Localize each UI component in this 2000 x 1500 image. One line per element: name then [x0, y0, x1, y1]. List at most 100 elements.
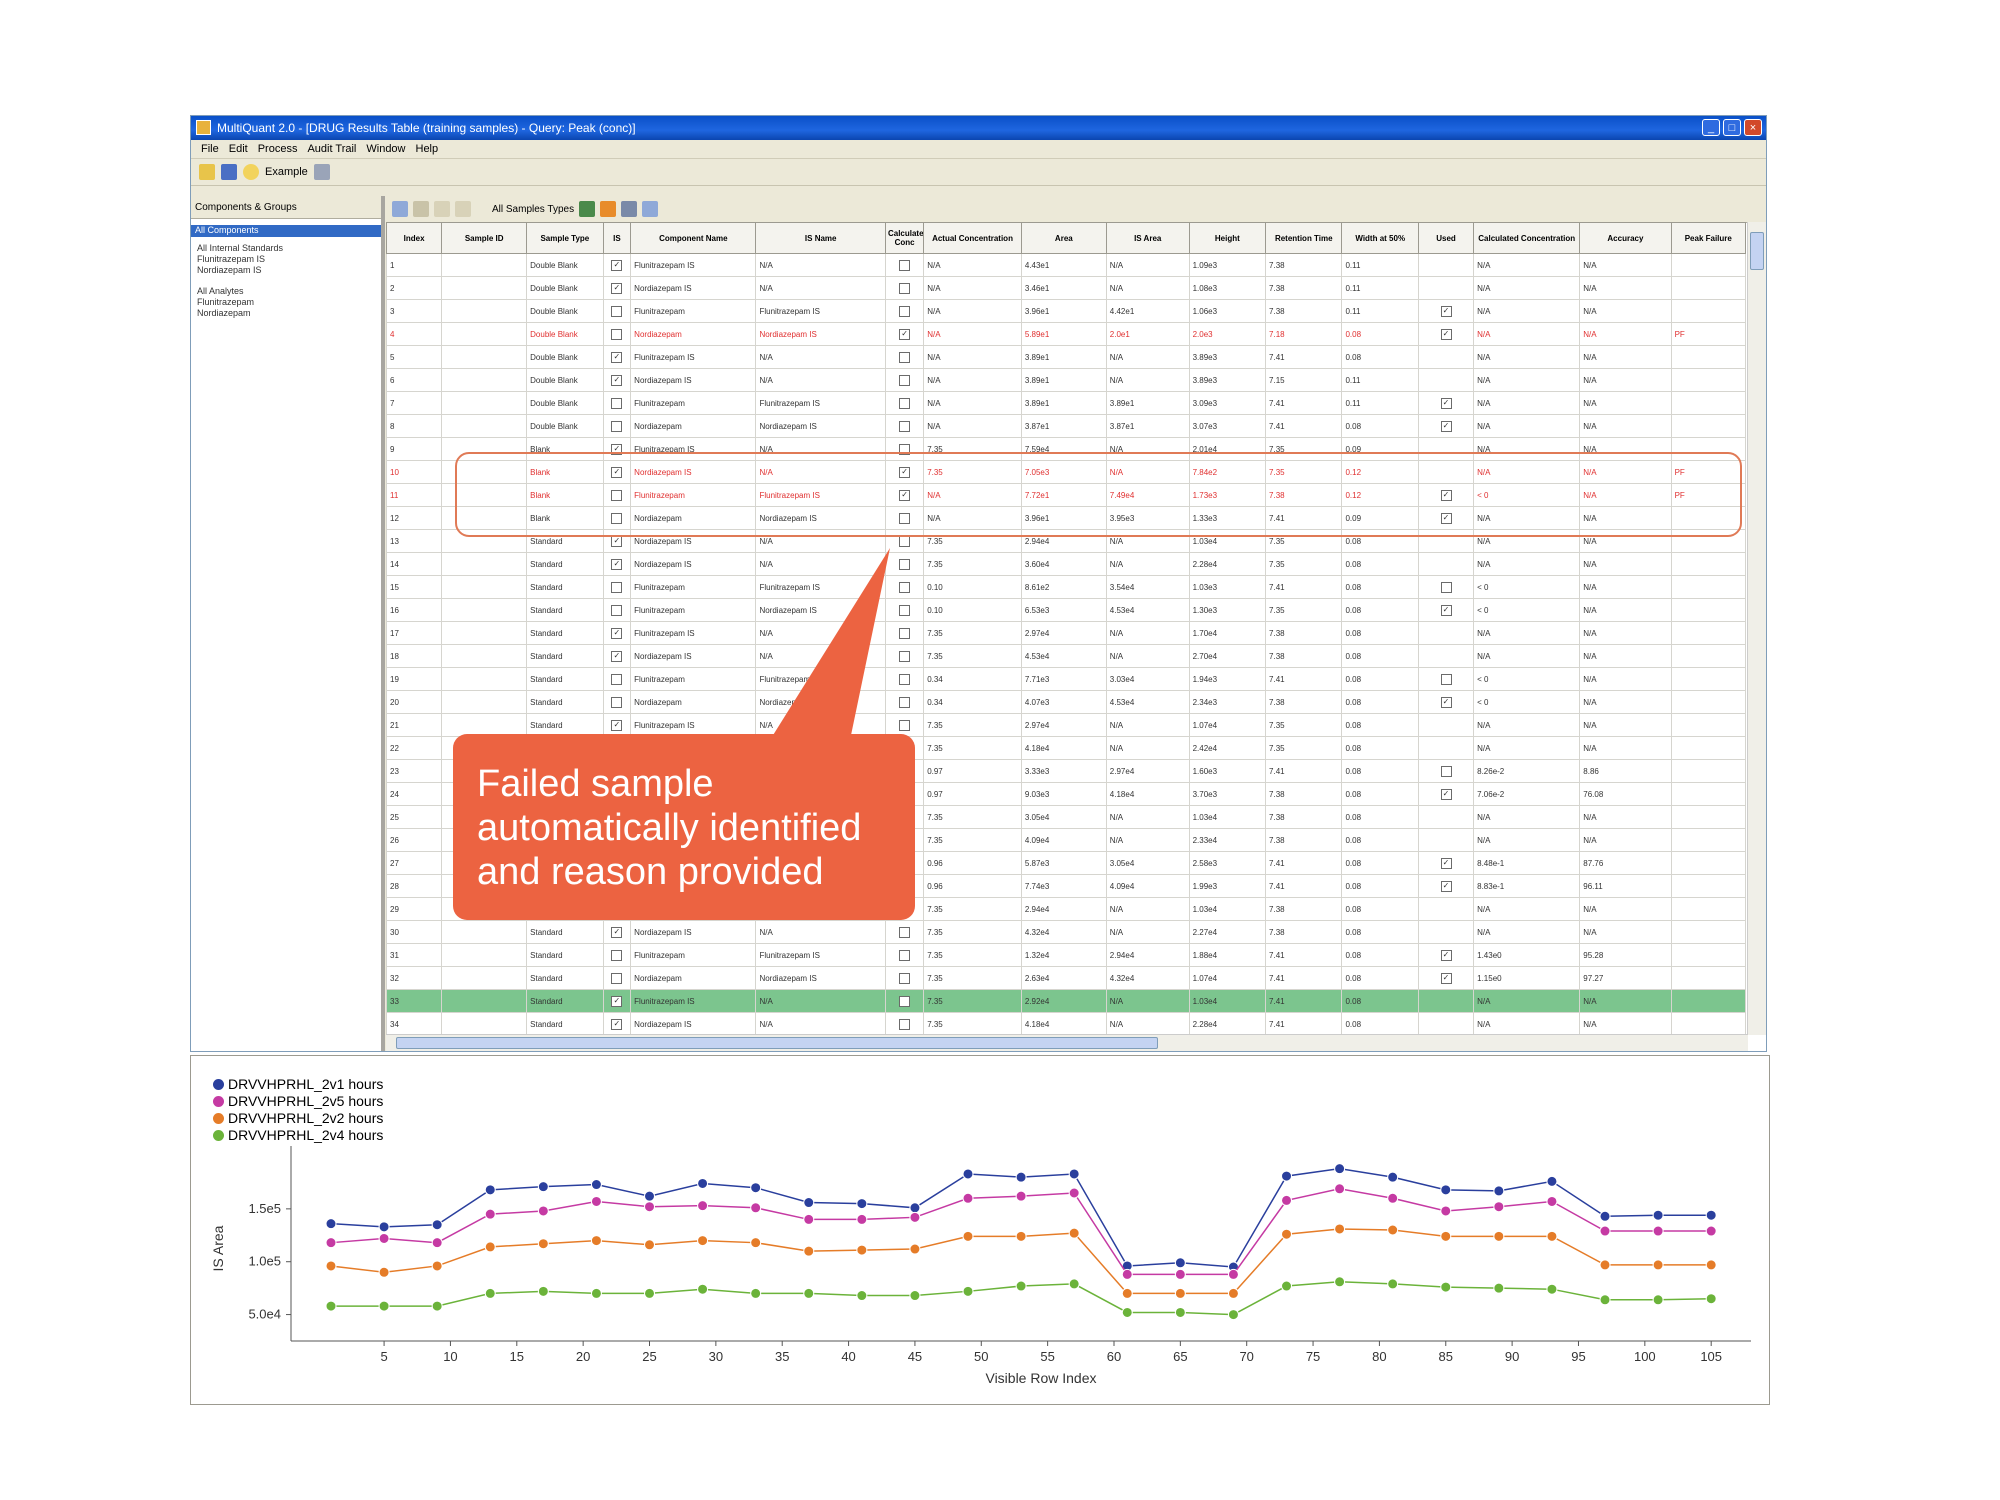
column-header[interactable]: Height	[1188, 222, 1267, 254]
horizontal-scroll-thumb[interactable]	[396, 1037, 1158, 1049]
vertical-scroll-thumb[interactable]	[1750, 232, 1764, 270]
column-header[interactable]: IS	[602, 222, 632, 254]
table-row[interactable]: 30 Standard ✓ Nordiazepam IS N/A 7.35 4.32e4 N/…	[386, 920, 1747, 944]
column-header[interactable]: Used	[1417, 222, 1475, 254]
calculated-conc-checkbox[interactable]	[899, 696, 911, 708]
tree-item[interactable]: Flunitrazepam IS	[197, 254, 375, 265]
calculated-conc-checkbox[interactable]	[899, 351, 911, 363]
is-checkbox[interactable]: ✓	[611, 374, 623, 386]
tree-group-title[interactable]: All Analytes	[197, 286, 375, 297]
back-icon[interactable]	[434, 201, 450, 217]
table-row[interactable]: 32 Standard Nordiazepam Nordiazepam IS 7.35 2…	[386, 966, 1747, 990]
calculated-conc-checkbox[interactable]	[899, 397, 911, 409]
calculated-conc-checkbox[interactable]	[899, 972, 911, 984]
is-checkbox[interactable]	[611, 420, 623, 432]
is-checkbox[interactable]: ✓	[611, 926, 623, 938]
table-row[interactable]: 17 Standard ✓ Flunitrazepam IS N/A 7.35 2.97e4…	[386, 621, 1747, 645]
used-checkbox[interactable]	[1440, 581, 1452, 593]
menu-window[interactable]: Window	[366, 143, 405, 155]
tree-item-all-components[interactable]: All Components	[191, 225, 381, 237]
used-checkbox[interactable]	[1440, 673, 1452, 685]
table-row[interactable]: 20 Standard Nordiazepam Nordiazepam IS 0.34 4…	[386, 690, 1747, 714]
table-row[interactable]: 16 Standard Flunitrazepam Nordiazepam IS 0.1…	[386, 598, 1747, 622]
column-header[interactable]: Width at 50%	[1341, 222, 1419, 254]
table-row[interactable]: 4 Double Blank Nordiazepam Nordiazepam IS ✓ N…	[386, 322, 1747, 346]
print-icon[interactable]	[621, 201, 638, 217]
calculated-conc-checkbox[interactable]	[899, 305, 911, 317]
calculated-conc-checkbox[interactable]: ✓	[899, 328, 911, 340]
sample-type-filter[interactable]: All Samples Types	[492, 204, 574, 215]
is-checkbox[interactable]	[611, 972, 623, 984]
column-header[interactable]: Sample ID	[441, 222, 528, 254]
calculated-conc-checkbox[interactable]	[899, 995, 911, 1007]
is-checkbox[interactable]: ✓	[611, 558, 623, 570]
is-checkbox[interactable]: ✓	[611, 259, 623, 271]
table-row[interactable]: 1 Double Blank ✓ Flunitrazepam IS N/A N/A 4.43…	[386, 253, 1747, 277]
vertical-scrollbar[interactable]	[1747, 222, 1766, 1035]
column-header[interactable]: IS Name	[755, 222, 886, 254]
is-checkbox[interactable]: ✓	[611, 1018, 623, 1030]
table-row[interactable]: 33 Standard ✓ Flunitrazepam IS N/A 7.35 2.92e4…	[386, 989, 1747, 1013]
horizontal-scrollbar[interactable]	[386, 1034, 1748, 1051]
menu-help[interactable]: Help	[416, 143, 439, 155]
used-checkbox[interactable]	[1440, 765, 1452, 777]
column-header[interactable]: IS Area	[1105, 222, 1190, 254]
example-label[interactable]: Example	[265, 166, 308, 178]
used-checkbox[interactable]: ✓	[1440, 949, 1452, 961]
calculated-conc-checkbox[interactable]	[899, 604, 911, 616]
menu-audit-trail[interactable]: Audit Trail	[307, 143, 356, 155]
is-checkbox[interactable]	[611, 949, 623, 961]
minimize-button[interactable]: _	[1702, 119, 1720, 136]
column-header[interactable]: Peak Failure	[1670, 222, 1747, 254]
calculated-conc-checkbox[interactable]	[899, 627, 911, 639]
zoom-icon[interactable]	[642, 201, 659, 217]
calculated-conc-checkbox[interactable]	[899, 535, 911, 547]
column-header[interactable]: Component Name	[630, 222, 757, 254]
menu-process[interactable]: Process	[258, 143, 298, 155]
forward-icon[interactable]	[455, 201, 471, 217]
calculated-conc-checkbox[interactable]	[899, 673, 911, 685]
used-checkbox[interactable]: ✓	[1440, 305, 1452, 317]
column-header[interactable]: Index	[386, 222, 443, 254]
table-row[interactable]: 14 Standard ✓ Nordiazepam IS N/A 7.35 3.60e4 N/…	[386, 552, 1747, 576]
is-checkbox[interactable]	[611, 305, 623, 317]
used-checkbox[interactable]: ✓	[1440, 696, 1452, 708]
table-row[interactable]: 5 Double Blank ✓ Flunitrazepam IS N/A N/A 3.89…	[386, 345, 1747, 369]
used-checkbox[interactable]: ✓	[1440, 788, 1452, 800]
is-checkbox[interactable]: ✓	[611, 627, 623, 639]
calculated-conc-checkbox[interactable]	[899, 558, 911, 570]
calculated-conc-checkbox[interactable]	[899, 282, 911, 294]
is-checkbox[interactable]	[611, 397, 623, 409]
is-checkbox[interactable]: ✓	[611, 719, 623, 731]
calculated-conc-checkbox[interactable]	[899, 926, 911, 938]
close-button[interactable]: ×	[1744, 119, 1762, 136]
menu-file[interactable]: File	[201, 143, 219, 155]
used-checkbox[interactable]: ✓	[1440, 420, 1452, 432]
tree-item[interactable]: Nordiazepam IS	[197, 265, 375, 276]
table-row[interactable]: 19 Standard Flunitrazepam Flunitrazepam IS 0…	[386, 667, 1747, 691]
is-checkbox[interactable]: ✓	[611, 995, 623, 1007]
is-checkbox[interactable]	[611, 328, 623, 340]
table-row[interactable]: 34 Standard ✓ Nordiazepam IS N/A 7.35 4.18e4 N/…	[386, 1012, 1747, 1035]
is-checkbox[interactable]	[611, 673, 623, 685]
table-row[interactable]: 8 Double Blank Nordiazepam Nordiazepam IS N/…	[386, 414, 1747, 438]
calculated-conc-checkbox[interactable]	[899, 1018, 911, 1030]
calculated-conc-checkbox[interactable]	[899, 420, 911, 432]
calculated-conc-checkbox[interactable]	[899, 650, 911, 662]
settings-icon[interactable]	[313, 164, 330, 180]
used-checkbox[interactable]: ✓	[1440, 604, 1452, 616]
is-checkbox[interactable]	[611, 604, 623, 616]
is-checkbox[interactable]: ✓	[611, 650, 623, 662]
column-header[interactable]: Area	[1020, 222, 1107, 254]
table-row[interactable]: 15 Standard Flunitrazepam Flunitrazepam IS 0…	[386, 575, 1747, 599]
table-row[interactable]: 2 Double Blank ✓ Nordiazepam IS N/A N/A 3.46e1…	[386, 276, 1747, 300]
calculated-conc-checkbox[interactable]	[899, 719, 911, 731]
table-row[interactable]: 3 Double Blank Flunitrazepam Flunitrazepam …	[386, 299, 1747, 323]
calculated-conc-checkbox[interactable]	[899, 374, 911, 386]
is-checkbox[interactable]	[611, 696, 623, 708]
is-checkbox[interactable]	[611, 581, 623, 593]
tree-item[interactable]: Nordiazepam	[197, 308, 375, 319]
calculated-conc-checkbox[interactable]	[899, 949, 911, 961]
used-checkbox[interactable]: ✓	[1440, 328, 1452, 340]
tree-item[interactable]: Flunitrazepam	[197, 297, 375, 308]
